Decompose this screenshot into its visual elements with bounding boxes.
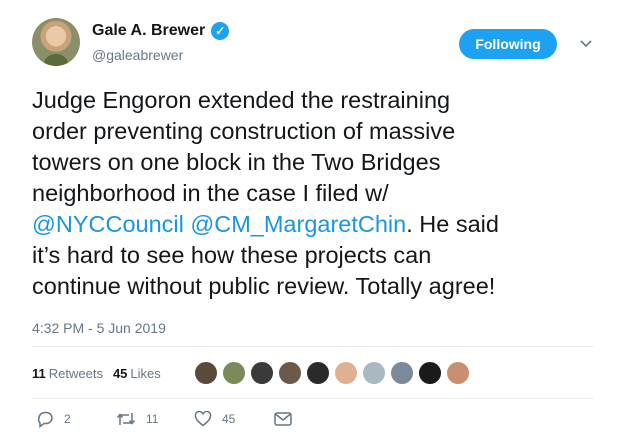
likes-stat[interactable]: 45 Likes — [113, 366, 161, 381]
likers-avatars — [193, 360, 471, 386]
liker-avatar[interactable] — [249, 360, 275, 386]
mention-link[interactable]: @NYCCouncil — [32, 211, 184, 237]
following-button[interactable]: Following — [459, 29, 557, 59]
reply-icon — [37, 411, 53, 428]
liker-avatar[interactable] — [305, 360, 331, 386]
tweet-line: order preventing construction of massive — [32, 116, 602, 147]
liker-avatar[interactable] — [389, 360, 415, 386]
tweet-line: neighborhood in the case I filed w/ — [32, 178, 602, 209]
tweet-actions: 2 11 45 — [36, 410, 292, 428]
tweet-text-segment: it’s hard to see how these projects can — [32, 242, 432, 268]
liker-avatar[interactable] — [333, 360, 359, 386]
divider — [32, 398, 594, 399]
liker-avatar[interactable] — [193, 360, 219, 386]
liker-avatar[interactable] — [445, 360, 471, 386]
liker-avatar[interactable] — [221, 360, 247, 386]
retweet-button[interactable]: 11 — [116, 411, 194, 427]
liker-avatar[interactable] — [417, 360, 443, 386]
tweet-text-segment: towers on one block in the Two Bridges — [32, 149, 441, 175]
author-name-row: Gale A. Brewer ✓ — [92, 22, 230, 40]
tweet-text-segment: continue without public review. Totally … — [32, 273, 496, 299]
tweet-text-segment: neighborhood in the case I filed w/ — [32, 180, 389, 206]
divider — [32, 346, 594, 347]
direct-message-button[interactable] — [274, 412, 292, 426]
tweet-text-segment: . He said — [406, 211, 499, 237]
tweet-text-segment: Judge Engoron extended the restraining — [32, 87, 451, 113]
tweet-stats: 11 Retweets 45 Likes — [32, 366, 161, 381]
author-avatar[interactable] — [32, 18, 80, 66]
like-button[interactable]: 45 — [194, 411, 274, 427]
retweets-stat[interactable]: 11 Retweets — [32, 366, 103, 381]
tweet-timestamp[interactable]: 4:32 PM - 5 Jun 2019 — [32, 320, 166, 336]
tweet-line: Judge Engoron extended the restraining — [32, 85, 602, 116]
reply-button[interactable]: 2 — [36, 410, 116, 428]
author-handle[interactable]: @galeabrewer — [92, 47, 183, 63]
envelope-icon — [274, 412, 292, 426]
tweet-line: continue without public review. Totally … — [32, 271, 602, 302]
author-display-name[interactable]: Gale A. Brewer — [92, 22, 205, 40]
chevron-down-icon[interactable] — [578, 36, 594, 52]
tweet-line: @NYCCouncil @CM_MargaretChin. He said — [32, 209, 602, 240]
liker-avatar[interactable] — [361, 360, 387, 386]
retweet-icon — [116, 413, 136, 425]
tweet-text: Judge Engoron extended the restraining or… — [32, 85, 602, 302]
mention-link[interactable]: @CM_MargaretChin — [190, 211, 406, 237]
tweet-line: towers on one block in the Two Bridges — [32, 147, 602, 178]
heart-icon — [194, 411, 212, 427]
liker-avatar[interactable] — [277, 360, 303, 386]
tweet-line: it’s hard to see how these projects can — [32, 240, 602, 271]
verified-badge-icon: ✓ — [211, 22, 230, 40]
tweet-text-segment: order preventing construction of massive — [32, 118, 456, 144]
